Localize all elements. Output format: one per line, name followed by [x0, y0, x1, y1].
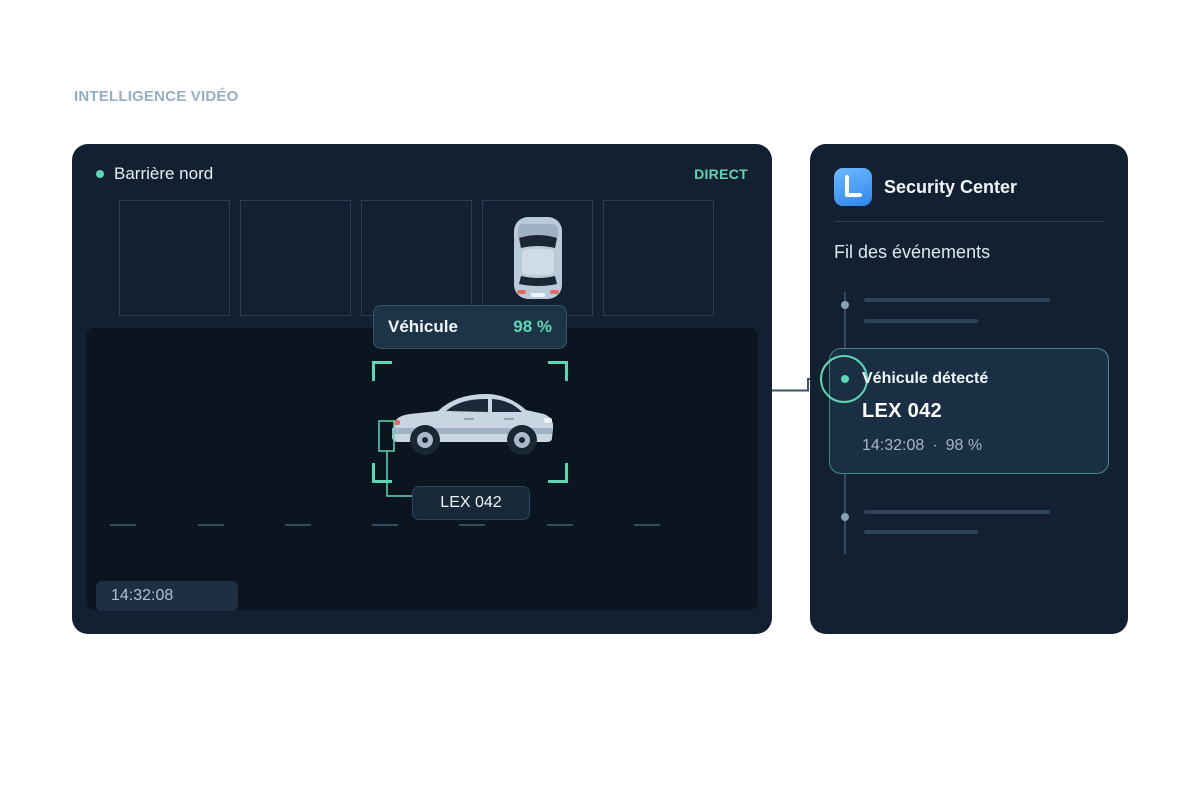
meta-separator: · [932, 437, 938, 454]
parking-slot [119, 200, 230, 316]
live-indicator-dot [96, 170, 104, 178]
bbox-corner [372, 361, 392, 381]
event-time: 14:32:08 [862, 437, 925, 454]
detection-label[interactable]: Véhicule 98 % [373, 305, 567, 349]
lane-marking [285, 524, 311, 526]
parking-slot [240, 200, 351, 316]
header-divider [834, 221, 1104, 222]
event-meta: 14:32:08 · 98 % [862, 437, 982, 455]
event-title: Véhicule détecté [862, 370, 989, 387]
camera-timestamp: 14:32:08 [96, 581, 238, 611]
parked-car-icon [514, 217, 562, 299]
section-eyebrow: INTELLIGENCE VIDÉO [74, 88, 239, 105]
camera-name: Barrière nord [114, 164, 214, 183]
parking-slot [603, 200, 714, 316]
camera-header: Barrière nord [96, 164, 213, 184]
lane-marking [198, 524, 224, 526]
event-feed-title: Fil des événements [834, 242, 991, 262]
event-connector-line [772, 378, 812, 392]
app-header: Security Center [834, 168, 1017, 206]
placeholder-line [864, 530, 978, 534]
lane-marking [459, 524, 485, 526]
timeline-dot [841, 513, 849, 521]
detection-class: Véhicule [388, 317, 458, 336]
app-logo-glyph [845, 175, 862, 197]
event-confidence: 98 % [945, 437, 983, 454]
bbox-corner [548, 361, 568, 381]
placeholder-line [864, 298, 1050, 302]
lane-marking [110, 524, 136, 526]
placeholder-line [864, 319, 978, 323]
event-plate: LEX 042 [862, 400, 942, 422]
app-logo-icon[interactable] [834, 168, 872, 206]
plate-callout-line [378, 420, 412, 497]
detection-confidence: 98 % [513, 317, 552, 336]
lane-marking [372, 524, 398, 526]
bbox-corner [548, 463, 568, 483]
lane-marking [634, 524, 660, 526]
camera-view[interactable]: Barrière nord DIRECT Véhicule 98 % LEX 0… [72, 144, 772, 634]
live-status-badge: DIRECT [694, 166, 748, 182]
lane-marking [547, 524, 573, 526]
security-center-panel: Security Center Fil des événements Véhic… [810, 144, 1128, 634]
timeline-dot [841, 301, 849, 309]
parking-slot [361, 200, 472, 316]
event-dot [841, 375, 849, 383]
plate-recognition-label[interactable]: LEX 042 [412, 486, 530, 520]
placeholder-line [864, 510, 1050, 514]
event-card-vehicle[interactable]: Véhicule détecté LEX 042 14:32:08 · 98 % [820, 348, 1109, 474]
app-title: Security Center [884, 176, 1018, 197]
